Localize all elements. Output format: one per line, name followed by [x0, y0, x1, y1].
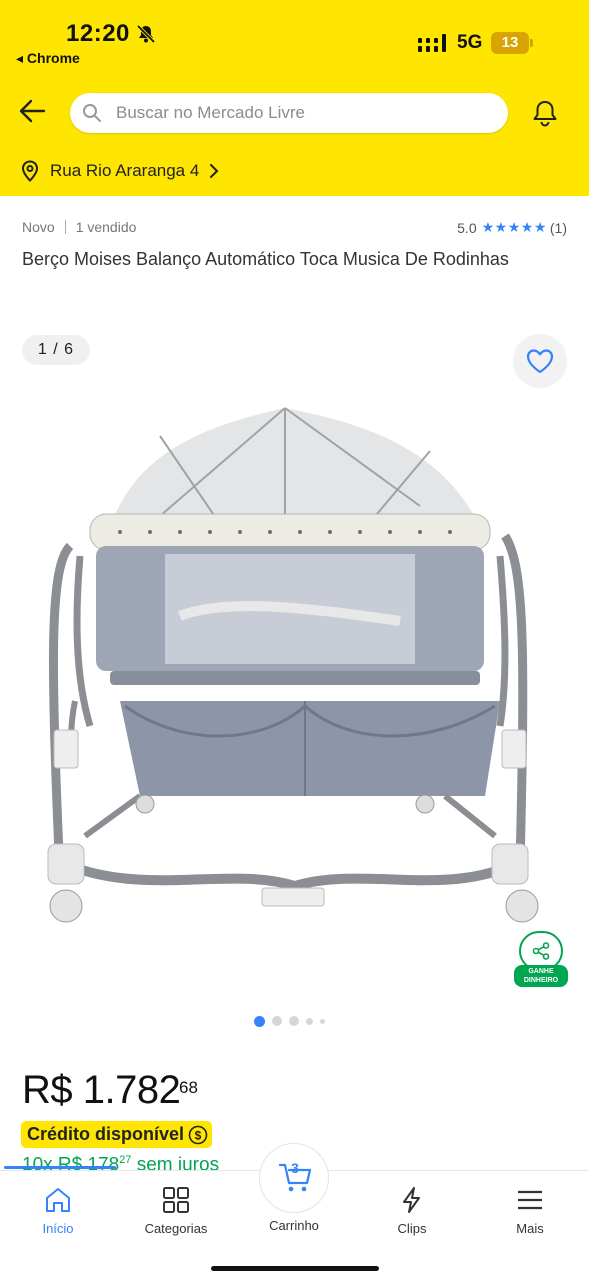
bell-off-icon [136, 24, 156, 44]
star-icons: ★★★★★ [481, 219, 547, 235]
location-pin-icon [21, 160, 39, 182]
image-counter: 1 / 6 [22, 335, 90, 365]
active-tab-indicator [4, 1166, 116, 1169]
carousel-dot[interactable] [320, 1018, 325, 1024]
carousel-dot[interactable] [289, 1016, 299, 1026]
header: 12:20 ◂ Chrome 5G 13 Buscar no Mercado L… [0, 0, 589, 196]
condition: Novo [22, 219, 55, 235]
review-count: (1) [549, 219, 567, 236]
nav-categories[interactable]: Categorias [126, 1185, 226, 1236]
grid-icon [163, 1187, 189, 1213]
back-to-chrome[interactable]: ◂ Chrome [16, 50, 80, 67]
delivery-address[interactable]: Rua Rio Araranga 4 [20, 158, 221, 184]
nav-cart[interactable]: Carrinho [244, 1218, 344, 1233]
price: R$ 1.782 68 [22, 1068, 198, 1113]
share-earn-button[interactable]: GANHE DINHEIRO [514, 931, 568, 989]
cart-count: 3 [291, 1160, 299, 1176]
clips-icon [403, 1187, 420, 1213]
home-indicator [211, 1266, 379, 1271]
battery-level: 13 [501, 34, 519, 51]
carousel-dots [254, 1015, 332, 1027]
heart-icon [526, 349, 554, 374]
carousel-dot[interactable] [306, 1017, 313, 1025]
price-main: R$ 1.782 [22, 1068, 181, 1112]
home-icon [46, 1188, 70, 1212]
svg-text:$: $ [195, 1128, 202, 1142]
carousel-dot[interactable] [254, 1015, 265, 1027]
status-time: 12:20 [66, 20, 130, 47]
share-earn-label: GANHE DINHEIRO [514, 965, 568, 987]
product-title: Berço Moises Balanço Automático Toca Mus… [22, 249, 509, 269]
notification-bell-icon[interactable] [530, 98, 560, 128]
nav-clips[interactable]: Clips [362, 1185, 462, 1236]
menu-icon [518, 1190, 542, 1210]
credit-label: Crédito disponível [27, 1124, 185, 1144]
back-arrow-icon[interactable] [18, 98, 46, 124]
address-text: Rua Rio Araranga 4 [50, 161, 200, 180]
search-input[interactable] [116, 93, 496, 133]
battery-icon: 13 [491, 32, 533, 54]
signal-icon [418, 34, 446, 52]
sold-count: 1 vendido [75, 219, 137, 235]
product-image[interactable] [30, 396, 560, 936]
carousel-dot[interactable] [272, 1016, 282, 1026]
rating[interactable]: 5.0 ★★★★★ (1) [457, 219, 567, 236]
network-type: 5G [457, 32, 483, 53]
chevron-right-icon [210, 164, 219, 178]
share-icon [532, 942, 550, 960]
favorite-button[interactable] [513, 334, 567, 388]
price-cents: 68 [179, 1078, 198, 1097]
coin-icon: $ [188, 1125, 208, 1144]
search-icon [83, 104, 101, 122]
rating-value: 5.0 [457, 219, 477, 236]
search-bar[interactable] [70, 93, 508, 133]
product-meta: Novo 1 vendido [22, 219, 136, 235]
credit-badge[interactable]: Crédito disponível $ [21, 1121, 213, 1148]
nav-more[interactable]: Mais [480, 1185, 580, 1236]
cart-button[interactable]: 3 [259, 1143, 329, 1213]
nav-home[interactable]: Início [8, 1185, 108, 1236]
